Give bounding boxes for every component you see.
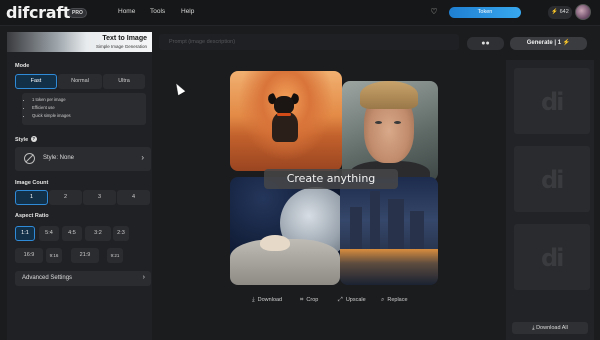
no-style-icon	[24, 153, 35, 164]
night-city-image	[340, 177, 438, 285]
placeholder-logo: di	[541, 166, 564, 194]
aspect-4-5-button[interactable]: 4:5	[62, 226, 82, 241]
portrait-image	[342, 81, 438, 181]
nav-help-link[interactable]: Help	[181, 8, 194, 15]
upscale-label: Upscale	[345, 297, 366, 303]
crop-button[interactable]: ⌗ Crop	[300, 297, 318, 304]
mode-info-item: 1 token per image	[32, 96, 146, 104]
collage-caption: Create anything	[264, 169, 398, 189]
history-panel: di di di	[506, 60, 594, 340]
aspect-1-1-button[interactable]: 1:1	[15, 226, 35, 241]
crop-label: Crop	[306, 297, 319, 303]
mode-info-item: Quick simple images	[32, 112, 146, 120]
style-selector[interactable]: Style: None ›	[15, 147, 151, 171]
history-thumbnail[interactable]: di	[514, 146, 590, 212]
chevron-right-icon: ›	[141, 153, 144, 162]
upscale-icon: ⤢	[338, 297, 343, 303]
download-label: Download	[257, 297, 283, 303]
history-thumbnail[interactable]: di	[514, 68, 590, 134]
settings-panel: Text to Image Simple Image Generation Mo…	[7, 32, 152, 340]
count-3-button[interactable]: 3	[83, 190, 116, 205]
aspect-ratio-label: Aspect Ratio	[15, 213, 49, 219]
cursor-icon	[172, 81, 186, 96]
replace-label: Replace	[387, 297, 408, 303]
download-all-label: Download All	[536, 325, 568, 331]
token-button[interactable]: Token	[449, 7, 521, 18]
crop-icon: ⌗	[300, 297, 304, 303]
generate-button[interactable]: Generate | 1 ⚡	[510, 37, 587, 50]
replace-button[interactable]: ⌕ Replace	[381, 297, 408, 304]
placeholder-logo: di	[541, 244, 564, 272]
prompt-input[interactable]: Prompt (image description)	[159, 34, 459, 50]
prompt-placeholder: Prompt (image description)	[169, 39, 236, 45]
chat-button[interactable]: ●●	[467, 37, 504, 50]
upscale-button[interactable]: ⤢ Upscale	[338, 297, 366, 304]
style-label-text: Style	[15, 137, 29, 143]
top-navigation-bar: difcraft PRO Home Tools Help ♡ Token ⚡ 6…	[0, 0, 600, 26]
download-icon: ⤓	[252, 297, 255, 303]
credits-badge[interactable]: ⚡ 642	[548, 6, 572, 19]
mode-normal-button[interactable]: Normal	[58, 74, 102, 89]
mode-fast-button[interactable]: Fast	[15, 74, 57, 89]
download-all-button[interactable]: ⤓ Download All	[512, 322, 588, 334]
replace-icon: ⌕	[381, 297, 385, 303]
history-thumbnail[interactable]: di	[514, 224, 590, 290]
text-to-image-banner: Text to Image Simple Image Generation	[7, 32, 152, 52]
pro-badge: PRO	[68, 8, 87, 18]
aspect-2-3-button[interactable]: 2:3	[113, 226, 129, 241]
dog-on-mars-image	[230, 71, 342, 171]
count-2-button[interactable]: 2	[49, 190, 82, 205]
aspect-5-4-button[interactable]: 5:4	[39, 226, 59, 241]
count-4-button[interactable]: 4	[117, 190, 150, 205]
aspect-16-9-button[interactable]: 16:9	[15, 248, 43, 263]
mode-ultra-button[interactable]: Ultra	[103, 74, 145, 89]
image-count-label: Image Count	[15, 180, 49, 186]
nav-home-link[interactable]: Home	[118, 8, 135, 15]
banner-subtitle: Simple Image Generation	[95, 44, 147, 49]
style-value: Style: None	[43, 155, 75, 161]
heart-icon[interactable]: ♡	[429, 7, 439, 17]
count-1-button[interactable]: 1	[15, 190, 48, 205]
avatar[interactable]	[575, 4, 591, 20]
dog-figure	[266, 92, 301, 146]
difcraft-logo[interactable]: difcraft	[6, 3, 71, 22]
advanced-settings-toggle[interactable]: Advanced Settings ›	[15, 271, 151, 286]
download-button[interactable]: ⤓ Download	[252, 297, 282, 304]
mode-info-item: Efficient use	[32, 104, 146, 112]
placeholder-logo: di	[541, 88, 564, 116]
aspect-3-2-button[interactable]: 3:2	[85, 226, 111, 241]
chevron-right-icon: ›	[142, 274, 145, 281]
cat-on-moon-image	[230, 177, 340, 285]
advanced-settings-label: Advanced Settings	[22, 275, 73, 281]
aspect-21-9-button[interactable]: 21:9	[71, 248, 99, 263]
mode-label: Mode	[15, 63, 30, 69]
nav-tools-link[interactable]: Tools	[150, 8, 165, 15]
help-icon[interactable]: ?	[30, 136, 37, 142]
mode-info-box: 1 token per image Efficient use Quick si…	[22, 93, 146, 125]
aspect-9-16-button[interactable]: 9:16	[46, 248, 62, 263]
aspect-9-21-button[interactable]: 9:21	[107, 248, 123, 263]
style-label: Style ?	[15, 136, 37, 143]
chat-icon: ●●	[481, 40, 490, 47]
banner-title: Text to Image	[102, 35, 147, 42]
